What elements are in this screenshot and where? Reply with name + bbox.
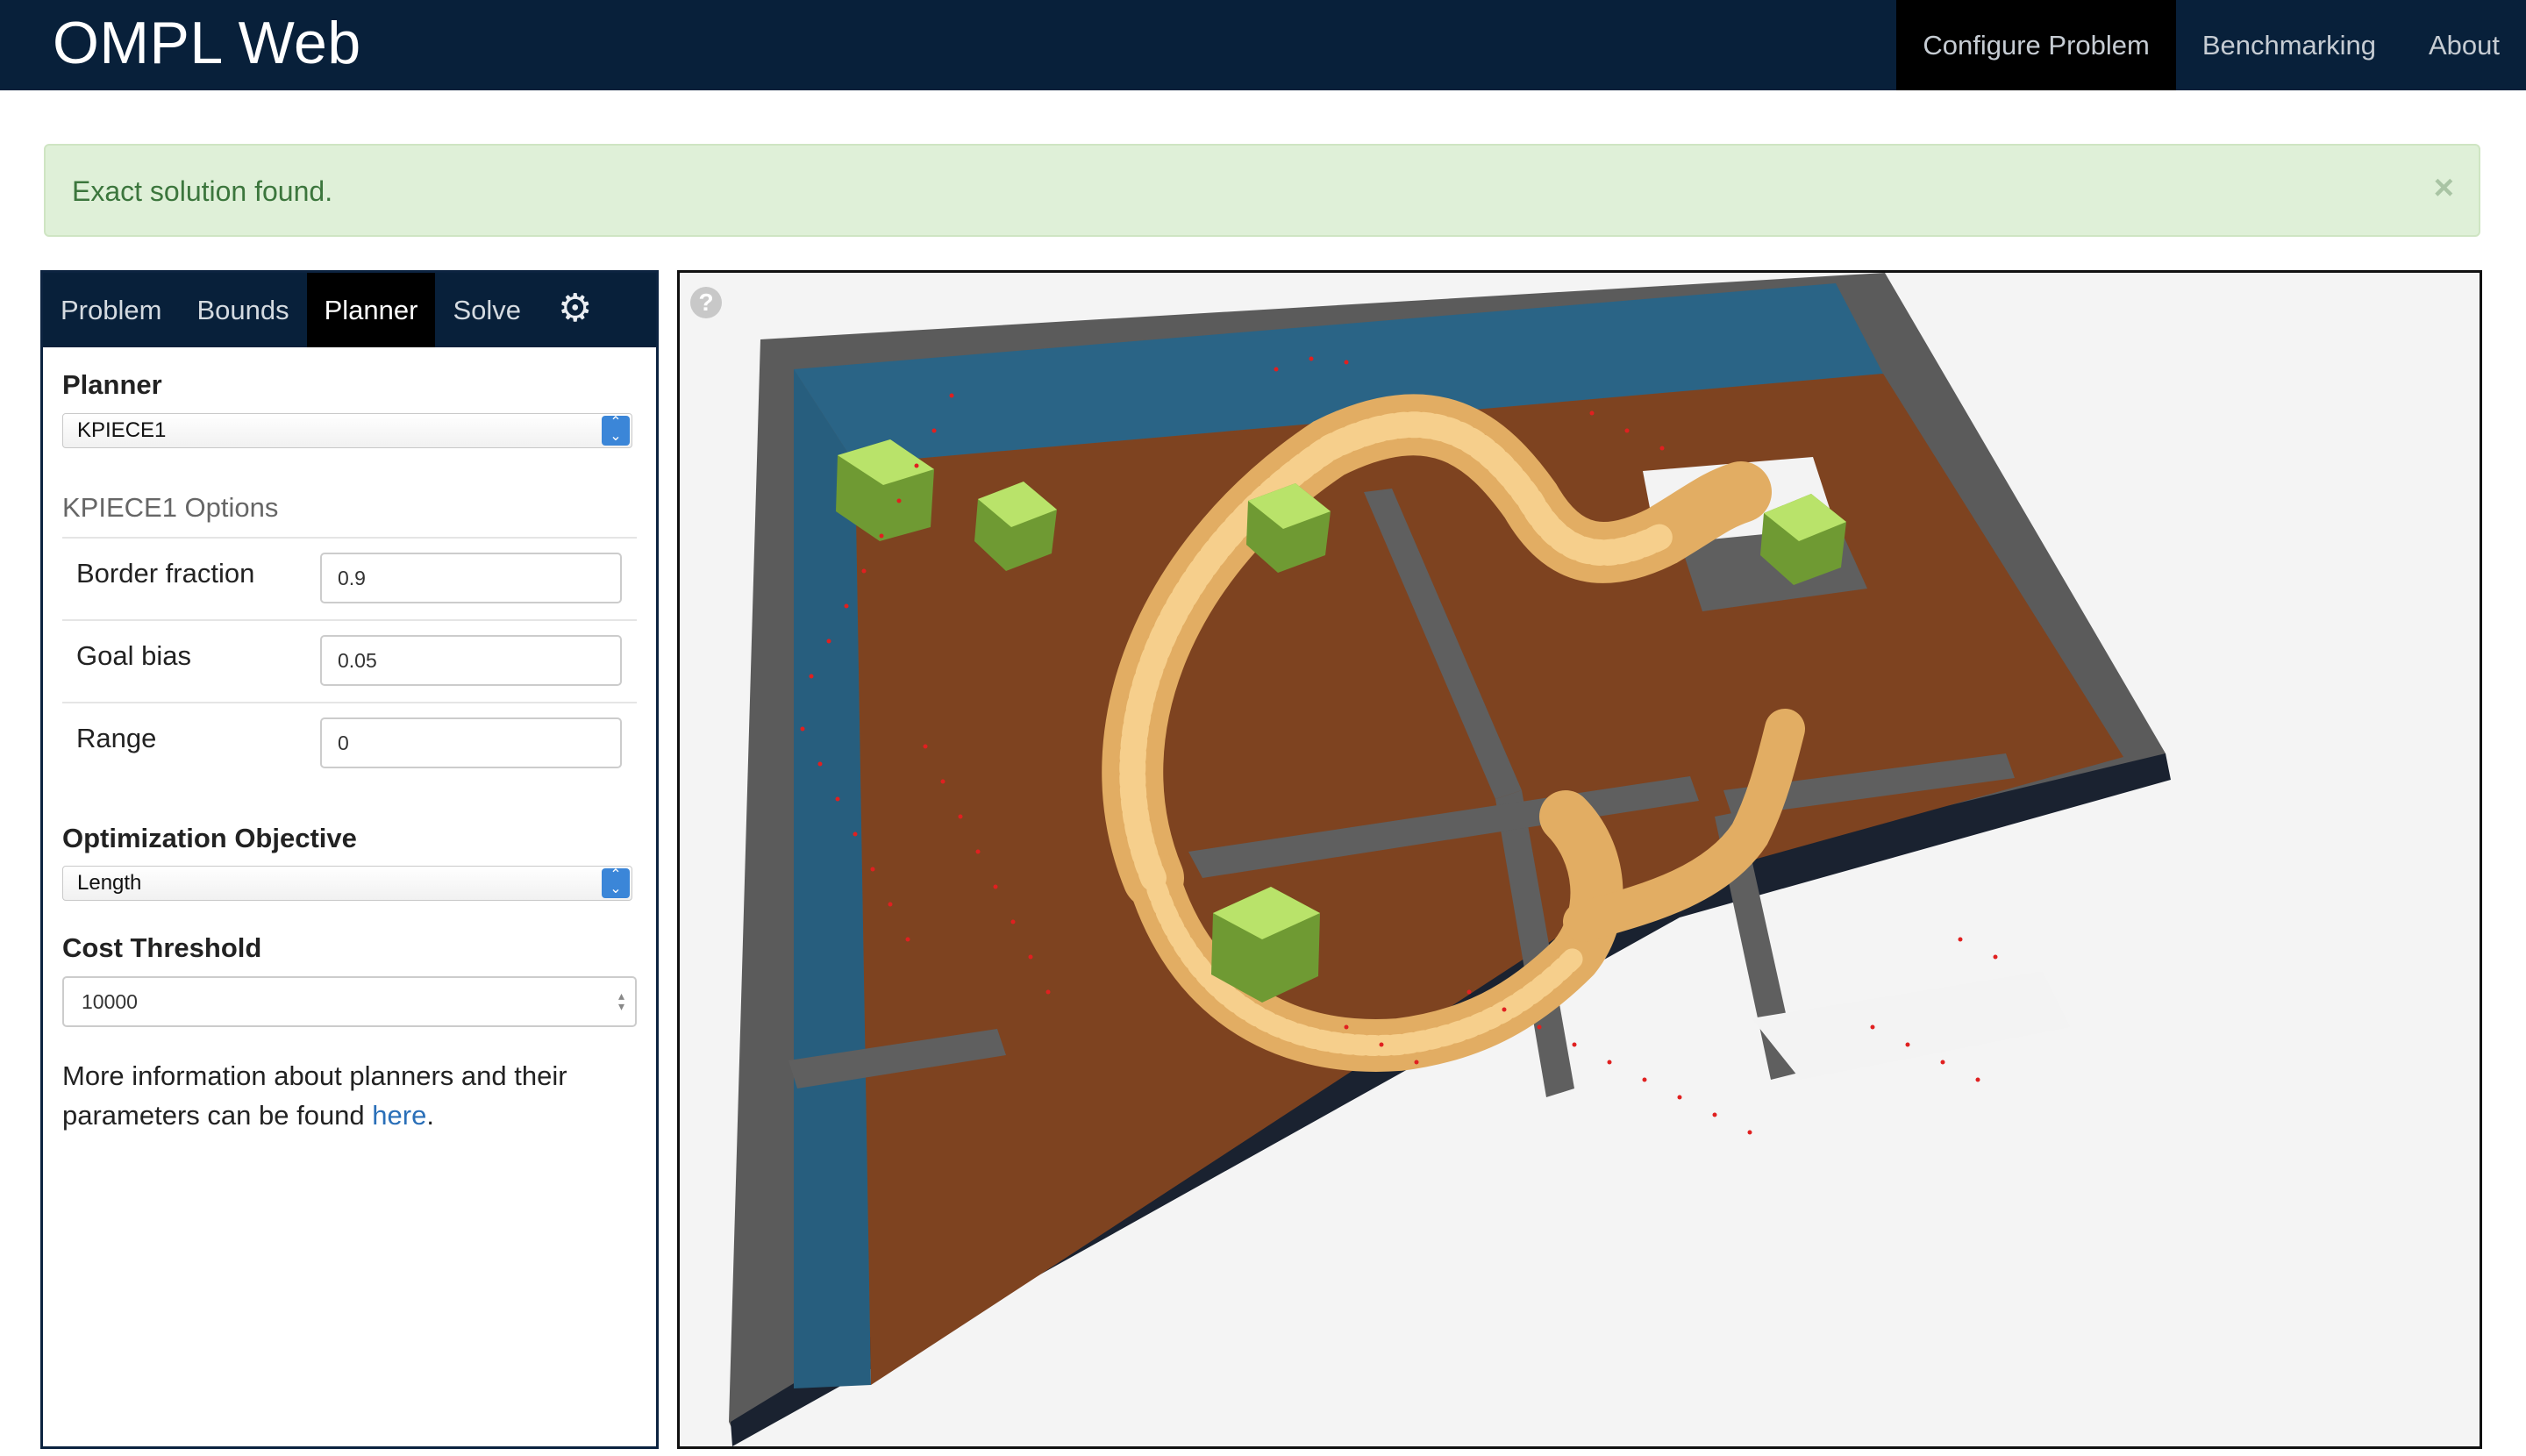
planner-select-value: KPIECE1 <box>77 418 167 442</box>
objective-select[interactable]: Length ⌃ ⌄ <box>62 866 632 901</box>
cost-threshold-input[interactable]: 10000 ▴ ▾ <box>62 976 637 1027</box>
nav-about[interactable]: About <box>2402 0 2526 90</box>
tab-problem[interactable]: Problem <box>43 273 179 347</box>
select-arrow-icon: ⌃ ⌄ <box>602 868 630 898</box>
nav-menu: Configure Problem Benchmarking About <box>1896 0 2526 90</box>
navbar: OMPL Web Configure Problem Benchmarking … <box>0 0 2526 90</box>
scene-viewport[interactable]: ? <box>677 270 2482 1449</box>
success-alert: Exact solution found. × <box>44 144 2480 237</box>
planner-select[interactable]: KPIECE1 ⌃ ⌄ <box>62 413 632 448</box>
objective-label: Optimization Objective <box>62 823 357 853</box>
cost-threshold-label: Cost Threshold <box>62 932 262 963</box>
options-title: KPIECE1 Options <box>62 492 279 523</box>
panel-tabs: Problem Bounds Planner Solve ⚙ <box>43 273 656 347</box>
select-arrow-icon: ⌃ ⌄ <box>602 416 630 446</box>
brand-title[interactable]: OMPL Web <box>53 9 361 77</box>
cost-threshold-value: 10000 <box>82 990 138 1013</box>
close-icon[interactable]: × <box>2434 168 2454 208</box>
spinner-icon[interactable]: ▴ ▾ <box>618 989 624 1012</box>
tab-planner[interactable]: Planner <box>306 273 436 347</box>
tab-solve[interactable]: Solve <box>435 273 539 347</box>
planner-label: Planner <box>62 369 162 400</box>
nav-benchmarking[interactable]: Benchmarking <box>2176 0 2402 90</box>
goal-bias-input[interactable]: 0.05 <box>320 635 622 686</box>
option-row-goal-bias: Goal bias 0.05 <box>62 619 637 702</box>
alert-message: Exact solution found. <box>72 175 333 207</box>
planner-info-link[interactable]: here <box>372 1100 426 1131</box>
config-panel: Problem Bounds Planner Solve ⚙ Planner K… <box>40 270 659 1449</box>
tab-bounds[interactable]: Bounds <box>179 273 306 347</box>
planner-info-end: . <box>426 1100 434 1131</box>
help-icon[interactable]: ? <box>690 287 722 318</box>
range-label: Range <box>76 723 157 753</box>
option-row-border-fraction: Border fraction 0.9 <box>62 537 637 619</box>
border-fraction-label: Border fraction <box>76 558 255 589</box>
range-input[interactable]: 0 <box>320 717 622 768</box>
gear-icon[interactable]: ⚙ <box>539 273 611 347</box>
open-area-se <box>1752 971 2071 1080</box>
option-row-range: Range 0 <box>62 702 637 784</box>
planner-info-text: More information about planners and thei… <box>62 1060 567 1131</box>
nav-configure-problem[interactable]: Configure Problem <box>1896 0 2176 90</box>
goal-bias-label: Goal bias <box>76 640 191 671</box>
planner-info: More information about planners and thei… <box>62 1056 624 1135</box>
scene-canvas[interactable] <box>680 273 2480 1446</box>
border-fraction-input[interactable]: 0.9 <box>320 553 622 603</box>
objective-select-value: Length <box>77 871 142 895</box>
